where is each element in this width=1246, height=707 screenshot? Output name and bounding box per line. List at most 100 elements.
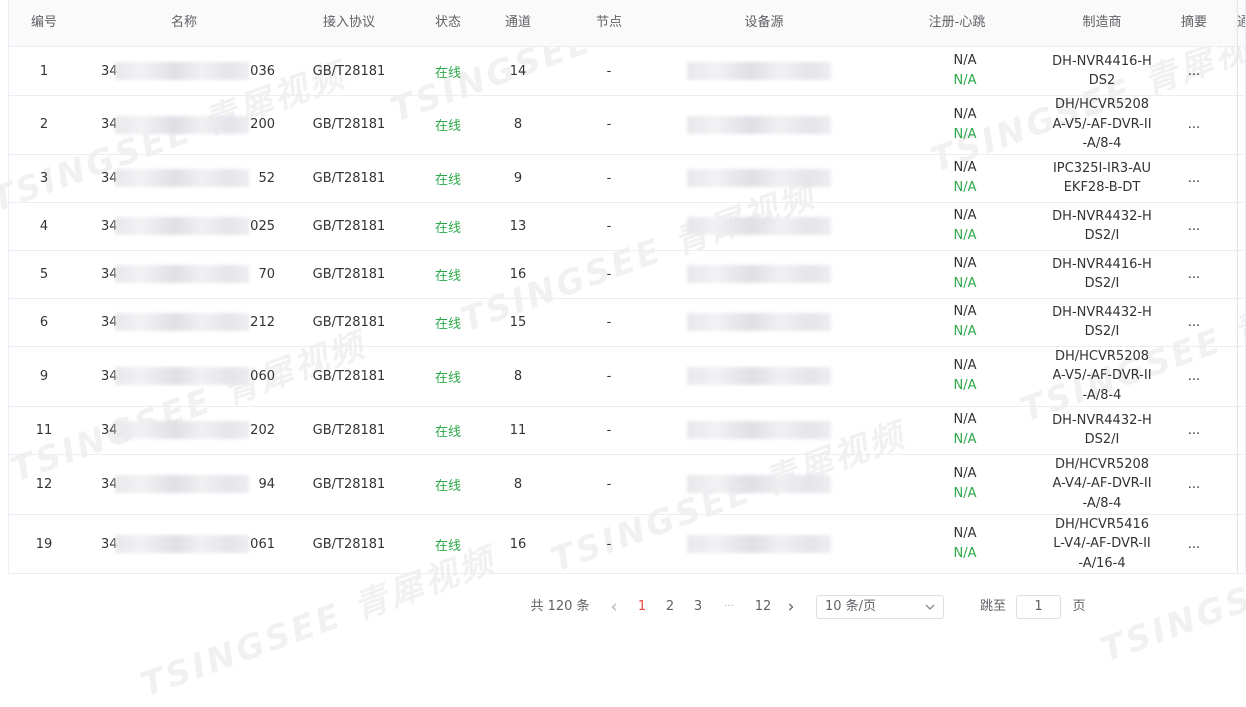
register-time: N/A xyxy=(953,304,977,319)
cell-id: 9 xyxy=(39,368,49,384)
page-3-button[interactable]: 3 xyxy=(688,596,708,618)
cell-device-source xyxy=(681,95,841,154)
cell-protocol: GB/T28181 xyxy=(312,536,386,552)
table-row[interactable]: 4 34 025 GB/T28181 在线 13 - N/A N/A DH-NVR4432-HDS… xyxy=(9,202,1245,251)
table-row[interactable]: 2 34 200 GB/T28181 在线 8 - N/A N/A DH/HCVR5208A-V5… xyxy=(9,95,1245,155)
column-header-protocol[interactable]: 接入协议 xyxy=(299,0,399,46)
cell-summary[interactable]: ... xyxy=(1169,298,1219,346)
cell-summary[interactable]: ... xyxy=(1169,346,1219,406)
redacted-name xyxy=(115,265,249,283)
table-row[interactable]: 19 34 061 GB/T28181 在线 16 - N/A N/A DH/HCVR5416L-… xyxy=(9,514,1245,573)
jump-label: 跳至 xyxy=(979,599,1006,614)
manufacturer-text: DH-NVR4432-HDS2/I xyxy=(1052,304,1152,340)
redacted-name xyxy=(115,62,249,80)
table-row[interactable]: 5 34 70 GB/T28181 在线 16 - N/A N/A DH-NVR4416-HDS2… xyxy=(9,250,1245,299)
cell-channels: 16 xyxy=(509,536,527,552)
page-1-button[interactable]: 1 xyxy=(632,596,652,618)
table-row[interactable]: 11 34 202 GB/T28181 在线 11 - N/A N/A DH-NVR4432-HD… xyxy=(9,406,1245,455)
cell-manufacturer: DH/HCVR5208A-V5/-AF-DVR-II-A/8-4 xyxy=(1052,95,1152,154)
cell-manufacturer: DH/HCVR5416L-V4/-AF-DVR-II-A/16-4 xyxy=(1052,514,1152,573)
table-row[interactable]: 6 34 212 GB/T28181 在线 15 - N/A N/A DH-NVR4432-HDS… xyxy=(9,298,1245,347)
redacted-device-source xyxy=(687,475,831,493)
register-time: N/A xyxy=(953,256,977,271)
manufacturer-text: DH-NVR4432-HDS2/I xyxy=(1052,412,1152,448)
redacted-device-source xyxy=(687,265,831,283)
cell-summary[interactable]: ... xyxy=(1169,406,1219,454)
device-table: 编号 名称 接入协议 状态 通道 节点 设备源 注册-心跳 制造商 摘要 通 1… xyxy=(8,0,1246,574)
cell-summary[interactable]: ... xyxy=(1169,514,1219,573)
name-suffix: 036 xyxy=(250,63,275,79)
register-time: N/A xyxy=(953,466,977,481)
column-header-node[interactable]: 节点 xyxy=(579,0,639,46)
page-size-value: 10 条/页 xyxy=(825,599,877,614)
cell-node: - xyxy=(606,170,612,186)
pagination-ellipsis[interactable]: ··· xyxy=(716,596,742,618)
cell-summary[interactable]: ... xyxy=(1169,250,1219,298)
cell-summary[interactable]: ... xyxy=(1169,454,1219,514)
cell-manufacturer: DH/HCVR5208A-V5/-AF-DVR-II-A/8-4 xyxy=(1052,346,1152,406)
cell-name: 34 025 xyxy=(101,202,281,250)
cell-protocol: GB/T28181 xyxy=(312,314,386,330)
cell-device-source xyxy=(681,250,841,298)
column-header-status[interactable]: 状态 xyxy=(418,0,478,46)
column-header-id[interactable]: 编号 xyxy=(9,0,79,46)
redacted-device-source xyxy=(687,62,831,80)
heartbeat-time: N/A xyxy=(953,228,977,243)
redacted-device-source xyxy=(687,535,831,553)
chevron-down-icon xyxy=(925,596,935,625)
cell-protocol: GB/T28181 xyxy=(312,266,386,282)
register-time: N/A xyxy=(953,53,977,68)
column-header-manufacturer[interactable]: 制造商 xyxy=(1052,0,1152,46)
jump-page-input[interactable]: 1 xyxy=(1016,595,1061,619)
cell-device-source xyxy=(681,406,841,454)
register-time: N/A xyxy=(953,412,977,427)
cell-status: 在线 xyxy=(434,424,461,440)
table-row[interactable]: 9 34 060 GB/T28181 在线 8 - N/A N/A DH/HCVR5208A-V5… xyxy=(9,346,1245,407)
cell-register-heartbeat: N/A N/A xyxy=(915,298,1015,346)
cell-channels: 14 xyxy=(509,63,527,79)
name-suffix: 025 xyxy=(250,218,275,234)
cell-id: 1 xyxy=(39,63,49,79)
cell-protocol: GB/T28181 xyxy=(312,422,386,438)
fixed-column-divider xyxy=(1237,0,1238,573)
next-page-button[interactable]: › xyxy=(782,596,800,618)
column-header-truncated: 通 xyxy=(1237,0,1245,46)
cell-device-source xyxy=(681,514,841,573)
cell-protocol: GB/T28181 xyxy=(312,170,386,186)
heartbeat-time: N/A xyxy=(953,126,977,142)
cell-summary[interactable]: ... xyxy=(1169,47,1219,95)
cell-node: - xyxy=(606,218,612,234)
page-2-button[interactable]: 2 xyxy=(660,596,680,618)
column-header-device-source[interactable]: 设备源 xyxy=(689,0,839,46)
cell-status: 在线 xyxy=(434,172,461,188)
cell-summary[interactable]: ... xyxy=(1169,202,1219,250)
table-row[interactable]: 12 34 94 GB/T28181 在线 8 - N/A N/A DH/HCVR5208A-V4… xyxy=(9,454,1245,515)
cell-protocol: GB/T28181 xyxy=(312,63,386,79)
register-time: N/A xyxy=(953,526,977,541)
table-row[interactable]: 3 34 52 GB/T28181 在线 9 - N/A N/A IPC325I-IR3-AUEK… xyxy=(9,154,1245,203)
cell-channels: 16 xyxy=(509,266,527,282)
cell-name: 34 52 xyxy=(101,154,281,202)
page-last-button[interactable]: 12 xyxy=(752,596,774,618)
table-row[interactable]: 1 34 036 GB/T28181 在线 14 - N/A N/A DH-NVR4416-HDS… xyxy=(9,47,1245,96)
column-header-summary[interactable]: 摘要 xyxy=(1169,0,1219,46)
column-header-name[interactable]: 名称 xyxy=(79,0,289,46)
name-suffix: 94 xyxy=(258,476,275,492)
cell-register-heartbeat: N/A N/A xyxy=(915,454,1015,514)
cell-manufacturer: DH-NVR4416-HDS2/I xyxy=(1052,250,1152,298)
manufacturer-text: IPC325I-IR3-AUEKF28-B-DT xyxy=(1052,160,1152,196)
page-size-select[interactable]: 10 条/页 xyxy=(816,595,944,619)
cell-id: 11 xyxy=(35,422,53,438)
name-suffix: 212 xyxy=(250,314,275,330)
cell-summary[interactable]: ... xyxy=(1169,154,1219,202)
column-header-register-heartbeat[interactable]: 注册-心跳 xyxy=(907,0,1007,46)
redacted-device-source xyxy=(687,169,831,187)
column-header-channels[interactable]: 通道 xyxy=(488,0,548,46)
heartbeat-time: N/A xyxy=(953,546,977,561)
cell-node: - xyxy=(606,314,612,330)
cell-name: 34 70 xyxy=(101,250,281,298)
prev-page-button[interactable]: ‹ xyxy=(606,596,622,618)
cell-summary[interactable]: ... xyxy=(1169,95,1219,154)
cell-channels: 15 xyxy=(509,314,527,330)
cell-name: 34 212 xyxy=(101,298,281,346)
